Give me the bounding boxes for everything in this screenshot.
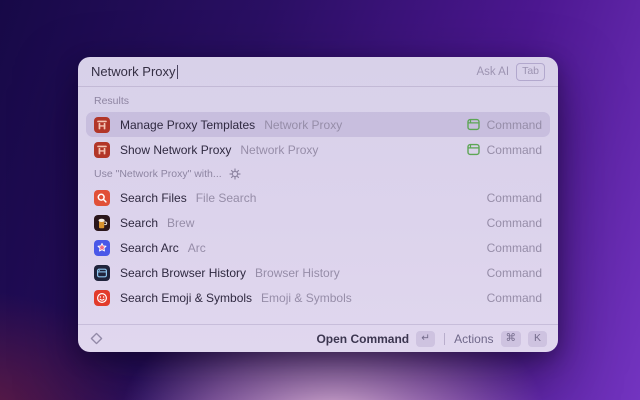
open-command-label[interactable]: Open Command (316, 332, 409, 346)
search-bar[interactable]: Network Proxy Ask AI Tab (78, 57, 558, 87)
raycast-logo-icon (89, 331, 104, 346)
actions-label[interactable]: Actions (454, 332, 493, 346)
list-item-type: Command (486, 240, 542, 255)
list-item-type: Command (486, 290, 542, 305)
file-search-icon (94, 189, 110, 206)
list-item[interactable]: Search Arc Arc Command (86, 235, 550, 260)
k-keycap: K (528, 330, 547, 347)
list-item-title: Search Files (120, 190, 187, 205)
list-item[interactable]: Search Brew Command (86, 210, 550, 235)
primary-results: Manage Proxy Templates Network Proxy Comma… (86, 112, 550, 162)
footer-bar: Open Command ↵ Actions ⌘ K (78, 324, 558, 352)
list-item-title: Search Arc (120, 240, 179, 255)
results-list: Results Manage Proxy Templates Network Pr… (78, 87, 558, 324)
list-item-subtitle: Browser History (255, 265, 340, 280)
list-item-title: Search Emoji & Symbols (120, 290, 253, 305)
results-section-label: Results (86, 89, 550, 112)
list-item-type: Command (486, 117, 542, 132)
list-item[interactable]: Manage Proxy Templates Network Proxy Comma… (86, 112, 550, 137)
tab-keycap: Tab (516, 62, 545, 81)
list-item[interactable]: Search Browser History Browser History Com… (86, 260, 550, 285)
list-item[interactable]: Show Network Proxy Network Proxy Command (86, 137, 550, 162)
footer-divider (444, 332, 446, 345)
list-item-subtitle: Network Proxy (240, 142, 319, 157)
command-accessory-icon (466, 118, 480, 131)
list-item[interactable]: Search Files File Search Command (86, 185, 550, 210)
list-item-type: Command (486, 265, 542, 280)
list-item-type: Command (486, 215, 542, 230)
list-item-subtitle: File Search (195, 190, 257, 205)
text-caret (176, 64, 178, 79)
gear-icon[interactable] (229, 168, 241, 180)
ask-ai-label[interactable]: Ask AI (476, 66, 509, 78)
list-item-subtitle: Emoji & Symbols (261, 290, 352, 305)
list-item-subtitle: Arc (187, 240, 206, 255)
command-accessory-icon (466, 143, 480, 156)
return-keycap: ↵ (416, 330, 436, 347)
list-item-title: Manage Proxy Templates (120, 117, 256, 132)
use-with-section-text: Use "Network Proxy" with... (94, 168, 222, 180)
search-input[interactable]: Network Proxy (91, 64, 176, 79)
use-with-section-label: Use "Network Proxy" with... (86, 162, 550, 185)
proxy-icon (94, 116, 110, 133)
list-item-title: Search Browser History (120, 265, 247, 280)
results-section-text: Results (94, 95, 130, 107)
brew-icon (94, 214, 110, 231)
raycast-window: Network Proxy Ask AI Tab Results Manage … (78, 57, 558, 352)
list-item-title: Search (120, 215, 159, 230)
list-item-type: Command (486, 190, 542, 205)
proxy-icon (94, 141, 110, 158)
list-item[interactable]: Search Emoji & Symbols Emoji & Symbols Com… (86, 285, 550, 310)
list-item-title: Show Network Proxy (120, 142, 232, 157)
arc-icon (94, 239, 110, 256)
list-item-subtitle: Network Proxy (264, 117, 343, 132)
list-item-subtitle: Brew (167, 215, 195, 230)
cmd-keycap: ⌘ (500, 330, 521, 347)
emoji-icon (94, 289, 110, 306)
list-item-type: Command (486, 142, 542, 157)
fallback-results: Search Files File Search Command Search Brew… (86, 185, 550, 310)
browser-history-icon (94, 264, 110, 281)
